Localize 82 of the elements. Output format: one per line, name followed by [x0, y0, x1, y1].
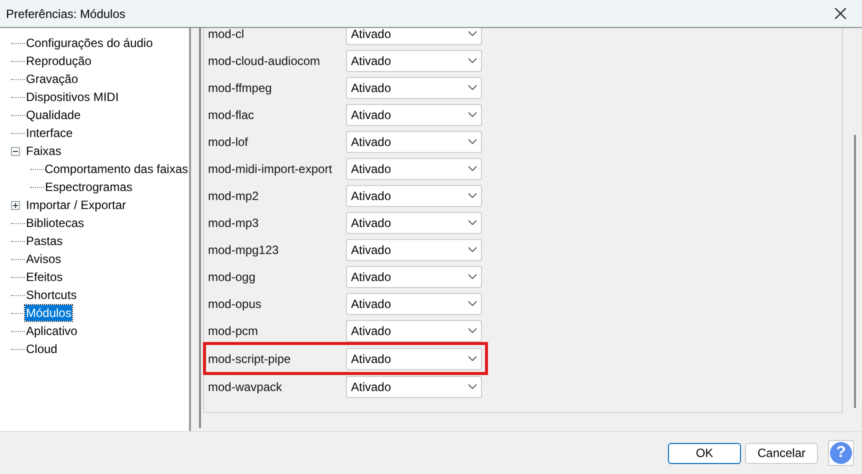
tree-connector	[11, 42, 25, 44]
dropdown[interactable]: Ativado	[346, 212, 482, 234]
window-title: Preferências: Módulos	[6, 6, 126, 22]
tree-item[interactable]: Faixas	[25, 143, 62, 159]
dropdown[interactable]: Ativado	[346, 320, 482, 342]
chevron-down-icon	[468, 274, 477, 279]
tree-item[interactable]: Módulos	[25, 305, 72, 321]
scrollbar-thumb[interactable]	[854, 135, 856, 408]
module-name: mod-mp2	[208, 188, 260, 204]
tree-item[interactable]: Efeitos	[25, 269, 64, 285]
dropdown[interactable]: Ativado	[346, 184, 482, 206]
module-name: mod-cl	[208, 28, 246, 42]
tree-item[interactable]: Comportamento das faixas	[44, 161, 189, 177]
module-name: mod-ffmpeg	[208, 80, 273, 96]
tree-item[interactable]: Aplicativo	[25, 323, 78, 339]
chevron-down-icon	[468, 112, 477, 117]
tree-connector	[11, 114, 25, 116]
chevron-down-icon	[468, 31, 477, 36]
module-name: mod-lof	[208, 134, 250, 150]
dropdown[interactable]: Ativado	[346, 292, 482, 314]
tree-connector	[11, 132, 25, 134]
expand-icon[interactable]	[11, 200, 20, 210]
module-name: mod-midi-import-export	[208, 160, 334, 178]
tree-item[interactable]: Bibliotecas	[25, 215, 86, 231]
dropdown[interactable]: Ativado	[346, 238, 482, 260]
tree-item[interactable]: Reprodução	[25, 53, 92, 69]
chevron-down-icon	[468, 193, 477, 198]
tree-connector	[11, 240, 25, 242]
tree-item[interactable]: Pastas	[25, 233, 64, 249]
tree-connector	[11, 96, 25, 98]
module-name: mod-ogg	[208, 268, 256, 286]
tree-item[interactable]: Gravação	[25, 71, 80, 87]
tree-item[interactable]: Interface	[25, 125, 74, 141]
module-name: mod-script-pipe	[208, 350, 292, 368]
dropdown[interactable]: Ativado	[346, 76, 482, 98]
chevron-down-icon	[468, 58, 477, 63]
tree-connector	[30, 186, 44, 188]
tree-item[interactable]: Shortcuts	[25, 287, 78, 303]
module-name: mod-mpg123	[208, 242, 280, 258]
chevron-down-icon	[468, 166, 477, 171]
tree-item[interactable]: Cloud	[25, 341, 58, 357]
tree-connector	[11, 276, 25, 278]
tree-connector	[30, 168, 44, 170]
chevron-down-icon	[468, 328, 477, 333]
chevron-down-icon	[468, 247, 477, 252]
tree-item[interactable]: Espectrogramas	[44, 179, 134, 195]
module-name: mod-flac	[208, 106, 256, 124]
chevron-down-icon	[468, 139, 477, 144]
tree-item[interactable]: Importar / Exportar	[25, 197, 128, 213]
chevron-down-icon	[468, 356, 477, 361]
tree-connector	[11, 348, 25, 350]
module-name: mod-opus	[208, 296, 262, 312]
chevron-down-icon	[468, 384, 477, 389]
tree-connector	[11, 330, 25, 332]
chevron-down-icon	[468, 220, 477, 225]
dropdown[interactable]: Ativado	[346, 266, 482, 288]
ok-button[interactable]: OK	[668, 442, 741, 464]
tree-connector	[11, 258, 25, 260]
close-icon[interactable]	[835, 8, 846, 19]
dropdown[interactable]: Ativado	[346, 376, 482, 398]
collapse-icon[interactable]	[11, 146, 20, 156]
dropdown[interactable]: Ativado	[346, 28, 482, 44]
module-name: mod-mp3	[208, 214, 260, 232]
module-name: mod-wavpack	[208, 378, 284, 396]
tree-connector	[11, 60, 25, 62]
dropdown[interactable]: Ativado	[346, 130, 482, 152]
tree-item[interactable]: Avisos	[25, 251, 62, 267]
tree-connector	[11, 294, 25, 296]
tree-item[interactable]: Configurações do áudio	[25, 35, 154, 51]
dropdown[interactable]: Ativado	[346, 158, 482, 180]
dropdown[interactable]: Ativado	[346, 348, 482, 370]
tree-item[interactable]: Dispositivos MIDI	[25, 89, 120, 105]
module-name: mod-pcm	[208, 322, 260, 340]
dropdown[interactable]: Ativado	[346, 50, 482, 72]
dropdown[interactable]: Ativado	[346, 104, 482, 126]
tree-connector	[11, 222, 25, 224]
chevron-down-icon	[468, 301, 477, 306]
tree-connector	[11, 78, 25, 80]
module-name: mod-cloud-audiocom	[208, 52, 322, 70]
tree-item[interactable]: Qualidade	[25, 107, 82, 123]
cancel-button[interactable]: Cancelar	[745, 442, 818, 464]
chevron-down-icon	[468, 85, 477, 90]
